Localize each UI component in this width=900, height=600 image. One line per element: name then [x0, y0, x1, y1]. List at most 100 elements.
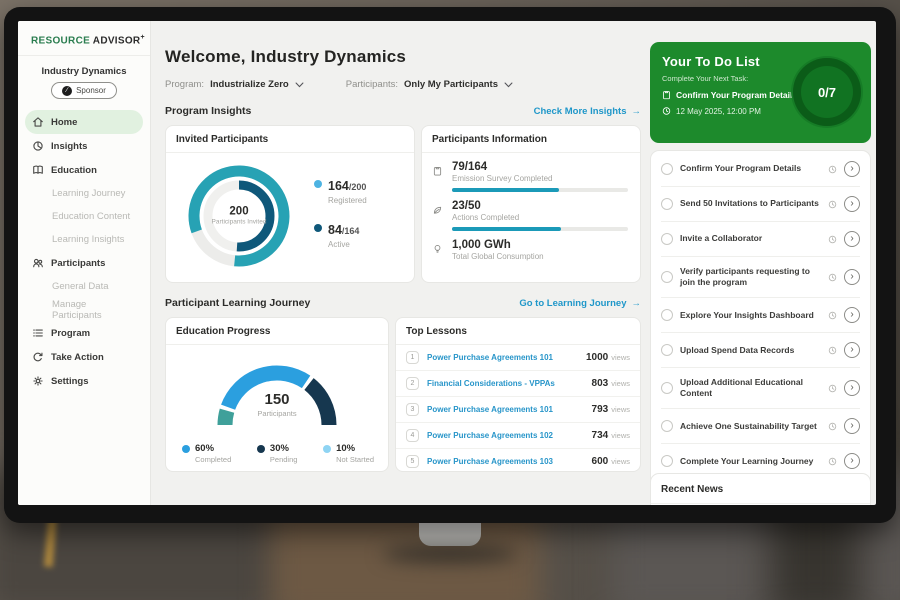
task-row[interactable]: Upload Additional Educational Content › [661, 368, 860, 409]
todo-panel: Your To Do List Complete Your Next Task:… [650, 21, 871, 505]
task-label: Upload Additional Educational Content [680, 377, 821, 399]
page-title: Welcome, Industry Dynamics [165, 47, 641, 67]
actions-value: 23/50 [452, 200, 628, 212]
task-checkbox[interactable] [661, 382, 673, 394]
todo-summary-card: Your To Do List Complete Your Next Task:… [650, 42, 871, 143]
task-row[interactable]: Explore Your Insights Dashboard › [661, 298, 860, 333]
active-value: 84 [328, 223, 342, 237]
survey-progress-fill [452, 188, 559, 192]
task-checkbox[interactable] [661, 344, 673, 356]
task-checkbox[interactable] [661, 309, 673, 321]
section-title: Program Insights [165, 105, 251, 117]
participants-icon [32, 257, 44, 269]
chevron-right-icon: › [850, 233, 853, 244]
task-checkbox[interactable] [661, 271, 673, 283]
task-clock-icon [828, 165, 837, 174]
legend-item-registered: 164/200 Registered [314, 177, 367, 205]
task-row[interactable]: Send 50 Invitations to Participants › [661, 187, 860, 222]
actions-progress-bar [452, 227, 628, 231]
task-clock-icon [828, 457, 837, 466]
task-checkbox[interactable] [661, 420, 673, 432]
task-open-button[interactable]: › [844, 161, 860, 177]
task-open-button[interactable]: › [844, 307, 860, 323]
survey-label: Emission Survey Completed [452, 174, 628, 183]
participants-filter-label: Participants: [346, 79, 398, 90]
task-row[interactable]: Confirm Your Program Details › [661, 152, 860, 187]
chevron-right-icon: › [850, 163, 853, 174]
sidebar-item-program[interactable]: Program [25, 321, 143, 345]
chevron-down-icon [504, 82, 513, 88]
sidebar-item-label: Take Action [51, 352, 104, 363]
task-open-button[interactable]: › [844, 196, 860, 212]
sidebar-item-insights[interactable]: Insights [25, 134, 143, 158]
chevron-right-icon: › [850, 382, 853, 393]
task-open-button[interactable]: › [844, 342, 860, 358]
sidebar-item-education[interactable]: Education [25, 158, 143, 182]
survey-value: 79/164 [452, 161, 628, 173]
sidebar-item-participants[interactable]: Participants [25, 251, 143, 275]
actions-icon [432, 203, 444, 231]
lesson-link[interactable]: Financial Considerations - VPPAs [427, 379, 584, 388]
task-open-button[interactable]: › [844, 418, 860, 434]
views-suffix: views [611, 353, 630, 362]
lesson-link[interactable]: Power Purchase Agreements 103 [427, 457, 584, 466]
lesson-rank: 2 [406, 377, 419, 390]
completed-dot [182, 445, 190, 453]
donut-center-value: 200 [209, 205, 269, 217]
main-content: Welcome, Industry Dynamics Program: Indu… [165, 21, 641, 505]
insights-icon [32, 140, 44, 152]
task-row[interactable]: Invite a Collaborator › [661, 222, 860, 257]
task-row[interactable]: Upload Spend Data Records › [661, 333, 860, 368]
chevron-right-icon: › [850, 344, 853, 355]
task-label: Send 50 Invitations to Participants [680, 198, 821, 209]
sidebar-item-learning-insights[interactable]: Learning Insights [25, 228, 143, 251]
task-open-button[interactable]: › [844, 231, 860, 247]
check-more-insights-link[interactable]: Check More Insights → [534, 106, 641, 117]
sidebar-item-manage-participants[interactable]: Manage Participants [25, 298, 143, 321]
task-clock-icon [828, 235, 837, 244]
task-open-button[interactable]: › [844, 380, 860, 396]
monitor-stand-shadow [382, 546, 518, 562]
lesson-link[interactable]: Power Purchase Agreements 101 [427, 405, 584, 414]
sidebar-item-general-data[interactable]: General Data [25, 275, 143, 298]
lesson-views: 803views [592, 378, 630, 389]
sidebar-item-label: Manage Participants [52, 299, 136, 321]
sidebar-item-learning-journey[interactable]: Learning Journey [25, 182, 143, 205]
chevron-right-icon: › [850, 198, 853, 209]
gauge-center-value: 150 [257, 391, 296, 408]
task-row[interactable]: Verify participants requesting to join t… [661, 257, 860, 298]
participants-filter[interactable]: Participants: Only My Participants [346, 79, 513, 90]
lesson-link[interactable]: Power Purchase Agreements 101 [427, 353, 578, 362]
not-started-label: Not Started [336, 455, 374, 464]
card-title: Participants Information [422, 126, 640, 153]
sidebar-item-label: General Data [52, 281, 109, 292]
task-checkbox[interactable] [661, 233, 673, 245]
task-label: Verify participants requesting to join t… [680, 266, 821, 288]
task-open-button[interactable]: › [844, 453, 860, 469]
info-row-survey: 79/164 Emission Survey Completed [422, 153, 640, 192]
sidebar-item-settings[interactable]: Settings [25, 369, 143, 393]
task-row[interactable]: Achieve One Sustainability Target › [661, 409, 860, 444]
go-to-learning-journey-link[interactable]: Go to Learning Journey → [519, 298, 641, 309]
task-checkbox[interactable] [661, 455, 673, 467]
completed-pct: 60% [195, 443, 231, 454]
task-checkbox[interactable] [661, 198, 673, 210]
program-filter[interactable]: Program: Industrialize Zero [165, 79, 304, 90]
legend-item-completed: 60% Completed [182, 443, 231, 464]
task-checkbox[interactable] [661, 163, 673, 175]
donut-center-label: Participants Invited [209, 218, 269, 226]
scene: RESOURCE ADVISOR+ Industry Dynamics ∕ Sp… [0, 0, 900, 600]
lesson-link[interactable]: Power Purchase Agreements 102 [427, 431, 584, 440]
registered-label: Registered [328, 196, 367, 205]
insights-cards-row: Invited Participants 200 [165, 125, 641, 283]
sidebar-item-home[interactable]: Home [25, 110, 143, 134]
sidebar-item-education-content[interactable]: Education Content [25, 205, 143, 228]
sidebar-item-take-action[interactable]: Take Action [25, 345, 143, 369]
lesson-rank: 5 [406, 455, 419, 468]
bulb-icon [432, 242, 444, 261]
task-open-button[interactable]: › [844, 269, 860, 285]
gauge-center: 150 Participants [257, 391, 296, 418]
views-suffix: views [611, 405, 630, 414]
completed-label: Completed [195, 455, 231, 464]
pending-label: Pending [270, 455, 298, 464]
